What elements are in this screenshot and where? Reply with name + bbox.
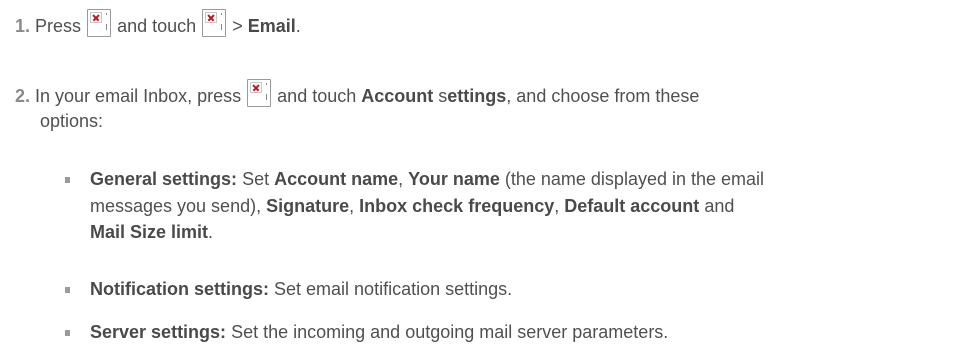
option-text: messages you send), [90, 196, 262, 216]
option-text: Set email notification settings. [274, 279, 513, 299]
option-general-line3: Mail Size limit. [90, 221, 213, 243]
option-server: Server settings: Set the incoming and ou… [90, 321, 668, 343]
step-text: and touch [117, 16, 197, 36]
option-notification: Notification settings: Set email notific… [90, 278, 512, 300]
term-default-account: Default account [564, 196, 700, 216]
step-text: Press [35, 16, 82, 36]
term-account-name: Account name [274, 169, 399, 189]
email-label: Email [247, 16, 296, 36]
option-title: Notification settings: [90, 279, 269, 299]
bullet-marker [65, 287, 70, 293]
term-your-name: Your name [408, 169, 500, 189]
step-1: 1. Press and touch > Email. [15, 9, 301, 37]
option-text: (the name displayed in the email [504, 169, 765, 189]
menu-key-icon [87, 9, 112, 37]
option-title: General settings: [90, 169, 238, 189]
settings-label: ettings [447, 86, 507, 106]
bullet-marker [65, 330, 70, 336]
term-mail-size: Mail Size limit [90, 222, 209, 242]
step-2-continuation: options: [40, 111, 104, 131]
option-text: Set [242, 169, 270, 189]
step-number: 2. [15, 86, 31, 106]
step-text: In your email Inbox, press [35, 86, 242, 106]
step-2: 2. In your email Inbox, press and touch … [15, 79, 699, 107]
step-text: and touch [277, 86, 357, 106]
punctuation: . [208, 222, 214, 242]
step-text: , and choose from these [506, 86, 700, 106]
term-signature: Signature [266, 196, 350, 216]
option-general-line2: messages you send), Signature, Inbox che… [90, 195, 734, 217]
settings-s: s [438, 86, 448, 106]
option-text: and [704, 196, 735, 216]
option-title: Server settings: [90, 322, 227, 342]
arrow-symbol: > [232, 16, 243, 36]
account-label: Account [361, 86, 434, 106]
punctuation: . [295, 16, 301, 36]
option-general-line1: General settings: Set Account name, Your… [90, 168, 764, 190]
punctuation: , [554, 196, 560, 216]
step-number: 1. [15, 16, 31, 36]
option-text: Set the incoming and outgoing mail serve… [231, 322, 669, 342]
punctuation: , [349, 196, 355, 216]
menu-key-icon [247, 79, 272, 107]
bullet-marker [65, 177, 70, 183]
term-inbox-check: Inbox check frequency [359, 196, 555, 216]
punctuation: , [398, 169, 404, 189]
menu-key-icon [202, 9, 227, 37]
